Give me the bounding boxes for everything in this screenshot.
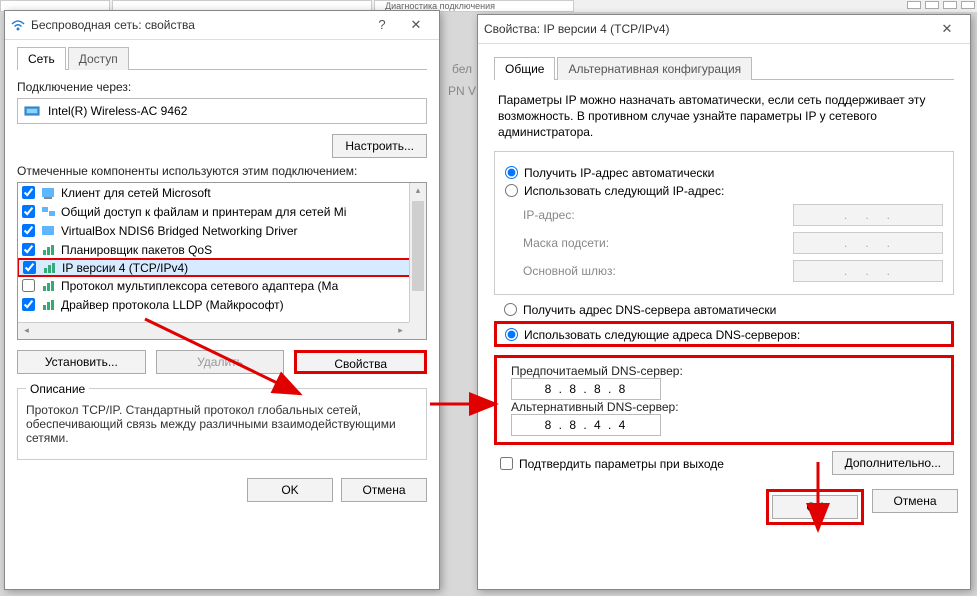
subnet-mask-label: Маска подсети: <box>523 236 793 250</box>
close-button[interactable]: ✕ <box>399 14 433 36</box>
protocol-icon <box>41 298 57 312</box>
dns-servers-box: Предпочитаемый DNS-сервер:8 . 8 . 8 . 8 … <box>494 355 954 445</box>
nic-icon <box>24 104 42 118</box>
bg-fragment: бел <box>452 62 472 76</box>
ipv4-properties-dialog: Свойства: IP версии 4 (TCP/IPv4) ✕ Общие… <box>477 14 971 590</box>
radio-dns-auto[interactable]: Получить адрес DNS-сервера автоматически <box>504 303 954 317</box>
horizontal-scrollbar[interactable]: ◂▸ <box>18 322 409 339</box>
properties-button[interactable]: Свойства <box>294 350 427 374</box>
titlebar[interactable]: Свойства: IP версии 4 (TCP/IPv4) ✕ <box>478 15 970 44</box>
adapter-field[interactable]: Intel(R) Wireless-AC 9462 <box>17 98 427 124</box>
alternate-dns-input[interactable]: 8 . 8 . 4 . 4 <box>511 414 661 436</box>
bg-fragment: PN V <box>448 84 476 98</box>
components-listbox[interactable]: Клиент для сетей Microsoft Общий доступ … <box>17 182 427 340</box>
alternate-dns-label: Альтернативный DNS-сервер: <box>511 400 679 414</box>
install-button[interactable]: Установить... <box>17 350 146 374</box>
list-item[interactable]: Клиент для сетей Microsoft <box>18 183 426 202</box>
ok-button[interactable]: OK <box>247 478 333 502</box>
list-item[interactable]: Драйвер протокола LLDP (Майкрософт) <box>18 295 426 314</box>
dialog-footer: OK Отмена <box>5 470 439 510</box>
preferred-dns-input[interactable]: 8 . 8 . 8 . 8 <box>511 378 661 400</box>
adapter-name: Intel(R) Wireless-AC 9462 <box>48 104 187 118</box>
tab-network[interactable]: Сеть <box>17 47 66 70</box>
dialog-title: Беспроводная сеть: свойства <box>31 18 195 32</box>
dialog-title: Свойства: IP версии 4 (TCP/IPv4) <box>484 22 670 36</box>
vertical-scrollbar[interactable]: ▴▾ <box>409 183 426 339</box>
ip-address-label: IP-адрес: <box>523 208 793 222</box>
gateway-label: Основной шлюз: <box>523 264 793 278</box>
cancel-button[interactable]: Отмена <box>341 478 427 502</box>
description-text: Протокол TCP/IP. Стандартный протокол гл… <box>26 403 418 445</box>
advanced-button[interactable]: Дополнительно... <box>832 451 954 475</box>
ip-address-group: Получить IP-адрес автоматически Использо… <box>494 151 954 295</box>
qos-icon <box>41 243 57 257</box>
component-checkbox[interactable] <box>22 224 35 237</box>
component-checkbox[interactable] <box>22 205 35 218</box>
component-checkbox[interactable] <box>22 298 35 311</box>
component-checkbox[interactable] <box>22 186 35 199</box>
wifi-icon <box>11 18 25 32</box>
component-buttons: Установить... Удалить Свойства <box>17 350 427 374</box>
radio-ip-manual[interactable]: Использовать следующий IP-адрес: <box>505 184 943 198</box>
list-item[interactable]: VirtualBox NDIS6 Bridged Networking Driv… <box>18 221 426 240</box>
list-item[interactable]: Протокол мультиплексора сетевого адаптер… <box>18 276 426 295</box>
tab-general[interactable]: Общие <box>494 57 555 80</box>
close-button[interactable]: ✕ <box>930 18 964 40</box>
list-item[interactable]: Общий доступ к файлам и принтерам для се… <box>18 202 426 221</box>
description-label: Описание <box>26 382 89 396</box>
components-label: Отмеченные компоненты используются этим … <box>17 164 427 178</box>
connect-via-label: Подключение через: <box>17 80 427 94</box>
component-checkbox[interactable] <box>23 261 36 274</box>
configure-button[interactable]: Настроить... <box>332 134 427 158</box>
tab-altconfig[interactable]: Альтернативная конфигурация <box>557 57 752 80</box>
help-button[interactable]: ? <box>365 14 399 36</box>
radio-ip-auto[interactable]: Получить IP-адрес автоматически <box>505 166 943 180</box>
scroll-up-icon[interactable]: ▴ <box>410 183 426 200</box>
component-checkbox[interactable] <box>22 279 35 292</box>
preferred-dns-label: Предпочитаемый DNS-сервер: <box>511 364 683 378</box>
list-item-ipv4[interactable]: IP версии 4 (TCP/IPv4) <box>17 258 427 277</box>
remove-button: Удалить <box>156 350 285 374</box>
tabstrip: Общие Альтернативная конфигурация <box>494 56 954 80</box>
dialog-footer: OK Отмена <box>478 481 970 533</box>
vbox-icon <box>41 224 57 238</box>
gateway-input: . . . <box>793 260 943 282</box>
ok-highlight: OK <box>766 489 864 525</box>
ipv4-description: Параметры IP можно назначать автоматичес… <box>494 90 954 151</box>
titlebar[interactable]: Беспроводная сеть: свойства ? ✕ <box>5 11 439 40</box>
tab-access[interactable]: Доступ <box>68 47 129 70</box>
subnet-mask-input: . . . <box>793 232 943 254</box>
scroll-right-icon[interactable]: ▸ <box>392 323 409 340</box>
dns-manual-group: Использовать следующие адреса DNS-сервер… <box>494 321 954 347</box>
client-icon <box>41 186 57 200</box>
wireless-properties-dialog: Беспроводная сеть: свойства ? ✕ Сеть Дос… <box>4 10 440 590</box>
scroll-thumb[interactable] <box>412 201 424 291</box>
ip-address-input: . . . <box>793 204 943 226</box>
tabstrip: Сеть Доступ <box>17 46 427 70</box>
list-item[interactable]: Планировщик пакетов QoS <box>18 240 426 259</box>
radio-dns-manual[interactable]: Использовать следующие адреса DNS-сервер… <box>505 328 943 342</box>
component-checkbox[interactable] <box>22 243 35 256</box>
scroll-left-icon[interactable]: ◂ <box>18 323 35 340</box>
protocol-icon <box>41 279 57 293</box>
share-icon <box>41 205 57 219</box>
ok-button[interactable]: OK <box>772 495 858 519</box>
cancel-button[interactable]: Отмена <box>872 489 958 513</box>
protocol-icon <box>42 261 58 275</box>
